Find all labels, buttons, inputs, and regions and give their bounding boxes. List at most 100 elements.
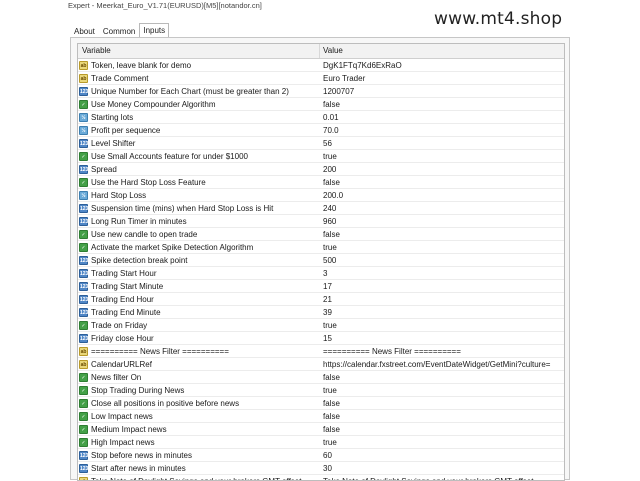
value-cell[interactable]: false	[320, 410, 564, 422]
tab-inputs[interactable]: Inputs	[139, 23, 169, 38]
table-row[interactable]: 123Stop before news in minutes60	[78, 449, 564, 462]
value-cell[interactable]: 39	[320, 306, 564, 318]
table-row[interactable]: ½Starting lots0.01	[78, 111, 564, 124]
variable-label: Use Small Accounts feature for under $10…	[91, 150, 248, 162]
value-cell[interactable]: ========== News Filter ==========	[320, 345, 564, 357]
value-cell[interactable]: 56	[320, 137, 564, 149]
value-cell[interactable]: true	[320, 436, 564, 448]
variable-cell: 123Friday close Hour	[78, 332, 320, 344]
boolean-icon: ✓	[79, 100, 88, 109]
value-cell[interactable]: 21	[320, 293, 564, 305]
table-row[interactable]: 123Long Run Timer in minutes960	[78, 215, 564, 228]
table-row[interactable]: 123Trading Start Minute17	[78, 280, 564, 293]
variable-cell: ✓News filter On	[78, 371, 320, 383]
table-row[interactable]: 123Suspension time (mins) when Hard Stop…	[78, 202, 564, 215]
value-cell[interactable]: DgK1FTq7Kd6ExRaO	[320, 59, 564, 71]
variable-cell: ✓Close all positions in positive before …	[78, 397, 320, 409]
table-row[interactable]: ✓High Impact newstrue	[78, 436, 564, 449]
value-cell[interactable]: true	[320, 241, 564, 253]
integer-icon: 123	[79, 256, 88, 265]
variable-label: Level Shifter	[91, 137, 135, 149]
table-row[interactable]: 123Start after news in minutes30	[78, 462, 564, 475]
variable-label: Use Money Compounder Algorithm	[91, 98, 216, 110]
table-row[interactable]: ✓Use the Hard Stop Loss Featurefalse	[78, 176, 564, 189]
variable-label: High Impact news	[91, 436, 155, 448]
value-cell[interactable]: false	[320, 228, 564, 240]
table-row[interactable]: 123Spike detection break point 500	[78, 254, 564, 267]
boolean-icon: ✓	[79, 386, 88, 395]
table-row[interactable]: 123Trading Start Hour3	[78, 267, 564, 280]
value-cell[interactable]: false	[320, 423, 564, 435]
value-cell[interactable]: false	[320, 176, 564, 188]
variable-label: Spike detection break point	[91, 254, 188, 266]
table-row[interactable]: ✓Close all positions in positive before …	[78, 397, 564, 410]
table-row[interactable]: ½Profit per sequence70.0	[78, 124, 564, 137]
value-cell[interactable]: 3	[320, 267, 564, 279]
value-cell[interactable]: false	[320, 397, 564, 409]
table-row[interactable]: abTrade CommentEuro Trader	[78, 72, 564, 85]
table-row[interactable]: ✓Stop Trading During Newstrue	[78, 384, 564, 397]
table-row[interactable]: ✓Use Small Accounts feature for under $1…	[78, 150, 564, 163]
table-row[interactable]: ½Hard Stop Loss200.0	[78, 189, 564, 202]
integer-icon: 123	[79, 269, 88, 278]
value-cell[interactable]: 240	[320, 202, 564, 214]
table-row[interactable]: ✓Activate the market Spike Detection Alg…	[78, 241, 564, 254]
value-cell[interactable]: 200.0	[320, 189, 564, 201]
value-cell[interactable]: false	[320, 98, 564, 110]
table-row[interactable]: 123Trading End Minute39	[78, 306, 564, 319]
table-row[interactable]: ✓Low Impact newsfalse	[78, 410, 564, 423]
integer-icon: 123	[79, 334, 88, 343]
table-row[interactable]: ✓Trade on Fridaytrue	[78, 319, 564, 332]
integer-icon: 123	[79, 87, 88, 96]
variable-cell: 123Suspension time (mins) when Hard Stop…	[78, 202, 320, 214]
table-row[interactable]: 123Unique Number for Each Chart (must be…	[78, 85, 564, 98]
variable-cell: abTrade Comment	[78, 72, 320, 84]
table-row[interactable]: 123Trading End Hour21	[78, 293, 564, 306]
table-row[interactable]: 123Level Shifter56	[78, 137, 564, 150]
table-row[interactable]: ✓Use new candle to open tradefalse	[78, 228, 564, 241]
variable-label: Starting lots	[91, 111, 133, 123]
tab-about[interactable]: About	[70, 24, 99, 37]
table-row[interactable]: ab========== News Filter ===============…	[78, 345, 564, 358]
boolean-icon: ✓	[79, 412, 88, 421]
table-row[interactable]: 123Spread200	[78, 163, 564, 176]
value-cell[interactable]: 960	[320, 215, 564, 227]
variable-cell: ✓Medium Impact news	[78, 423, 320, 435]
variable-label: ========== News Filter ==========	[91, 345, 229, 357]
variable-label: Close all positions in positive before n…	[91, 397, 239, 409]
boolean-icon: ✓	[79, 230, 88, 239]
value-cell[interactable]: https://calendar.fxstreet.com/EventDateW…	[320, 358, 564, 370]
value-cell[interactable]: 70.0	[320, 124, 564, 136]
value-cell[interactable]: 500	[320, 254, 564, 266]
value-cell[interactable]: true	[320, 319, 564, 331]
value-cell[interactable]: false	[320, 371, 564, 383]
value-cell[interactable]: Take Note of Daylight Savings and your b…	[320, 475, 564, 481]
table-row[interactable]: 123Friday close Hour15	[78, 332, 564, 345]
tab-common[interactable]: Common	[99, 24, 139, 37]
value-cell[interactable]: true	[320, 150, 564, 162]
value-cell[interactable]: 1200707	[320, 85, 564, 97]
table-row[interactable]: abToken, leave blank for demoDgK1FTq7Kd6…	[78, 59, 564, 72]
value-cell[interactable]: 17	[320, 280, 564, 292]
value-cell[interactable]: 0.01	[320, 111, 564, 123]
variable-label: Trade Comment	[91, 72, 149, 84]
table-row[interactable]: ✓News filter Onfalse	[78, 371, 564, 384]
value-cell[interactable]: 60	[320, 449, 564, 461]
table-row[interactable]: ✓Medium Impact newsfalse	[78, 423, 564, 436]
table-row[interactable]: ab Take Note of Daylight Savings and your…	[78, 475, 564, 481]
value-cell[interactable]: Euro Trader	[320, 72, 564, 84]
variable-cell: abToken, leave blank for demo	[78, 59, 320, 71]
column-header-variable[interactable]: Variable	[78, 44, 320, 58]
variable-label: Use the Hard Stop Loss Feature	[91, 176, 206, 188]
table-row[interactable]: abCalendarURLRefhttps://calendar.fxstree…	[78, 358, 564, 371]
value-cell[interactable]: 200	[320, 163, 564, 175]
value-cell[interactable]: 15	[320, 332, 564, 344]
value-cell[interactable]: true	[320, 384, 564, 396]
value-cell[interactable]: 30	[320, 462, 564, 474]
table-row[interactable]: ✓Use Money Compounder Algorithm false	[78, 98, 564, 111]
string-icon: ab	[79, 477, 88, 481]
boolean-icon: ✓	[79, 243, 88, 252]
integer-icon: 123	[79, 165, 88, 174]
string-icon: ab	[79, 347, 88, 356]
column-header-value[interactable]: Value	[320, 44, 564, 58]
